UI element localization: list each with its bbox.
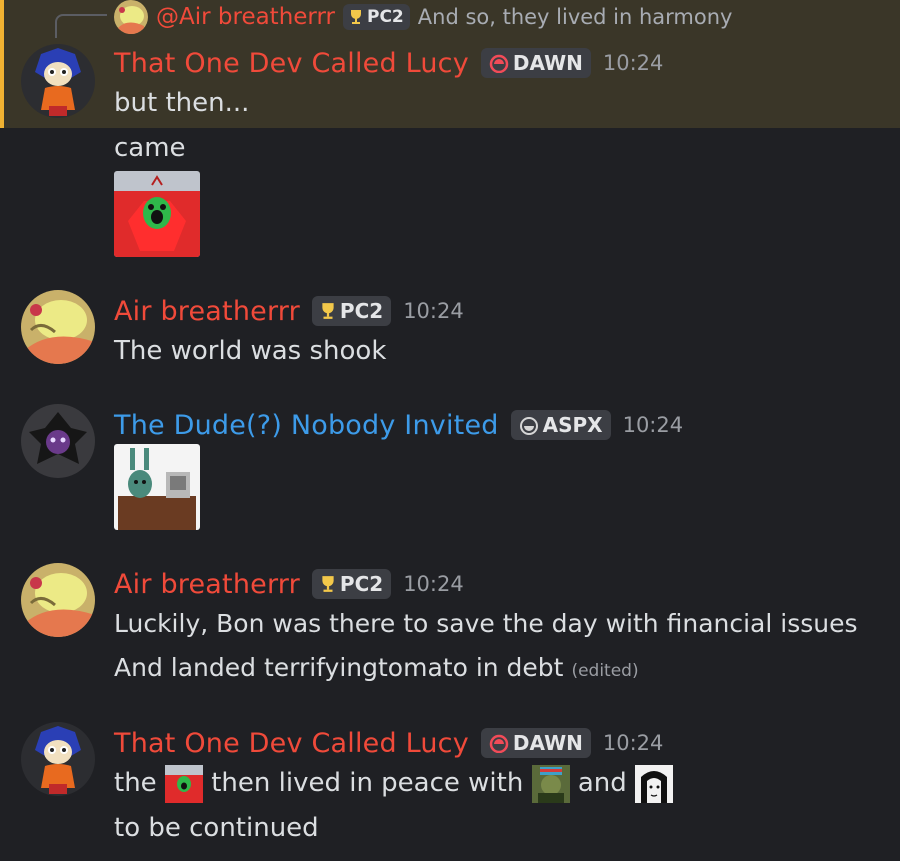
aspx-icon: [519, 417, 538, 435]
reply-preview[interactable]: @Air breatherrr PC2 And so, they lived i…: [114, 0, 732, 34]
avatar-lucy[interactable]: [21, 44, 95, 118]
message-text: the then lived in peace with and: [114, 763, 674, 803]
timestamp: 10:24: [602, 731, 664, 755]
character-emoji-icon[interactable]: [531, 764, 570, 803]
trophy-icon: [322, 576, 334, 592]
dawn-icon: [489, 734, 509, 753]
trophy-icon: [351, 10, 361, 24]
server-tag: DAWN: [480, 728, 591, 758]
message-header: Air breatherrr PC2 10:24: [114, 291, 464, 331]
message-header: Air breatherrr PC2 10:24: [114, 564, 464, 604]
message-text: to be continued: [114, 813, 319, 843]
reply-avatar: [114, 0, 148, 34]
username[interactable]: Air breatherrr: [114, 296, 300, 327]
server-tag-label: PC2: [339, 572, 384, 596]
image-attachment[interactable]: [114, 171, 200, 257]
avatar-the-dude[interactable]: [21, 404, 95, 478]
face-emoji-icon[interactable]: [635, 764, 674, 803]
username[interactable]: The Dude(?) Nobody Invited: [114, 410, 499, 441]
trophy-icon: [322, 303, 334, 319]
message-header: That One Dev Called Lucy DAWN 10:24: [114, 43, 663, 83]
message-text: came: [114, 133, 186, 163]
server-tag: ASPX: [510, 410, 611, 440]
message-text-part: the: [114, 768, 157, 798]
server-tag-label: PC2: [339, 299, 384, 323]
message-text: The world was shook: [114, 336, 387, 366]
timestamp: 10:24: [403, 572, 464, 596]
message-text: Luckily, Bon was there to save the day w…: [114, 609, 858, 638]
reply-tag: PC2: [343, 4, 410, 30]
message-text: And landed terrifyingtomato in debt (edi…: [114, 648, 639, 691]
avatar-air-breatherrr[interactable]: [21, 290, 95, 364]
timestamp: 10:24: [602, 51, 664, 75]
server-tag: PC2: [311, 296, 392, 326]
server-tag: DAWN: [480, 48, 591, 78]
dawn-icon: [489, 54, 509, 73]
timestamp: 10:24: [622, 413, 684, 437]
image-attachment[interactable]: [114, 444, 200, 530]
message-text-line: And landed terrifyingtomato in debt: [114, 653, 564, 682]
reply-tag-label: PC2: [367, 7, 404, 27]
username[interactable]: That One Dev Called Lucy: [114, 48, 469, 79]
reply-text: And so, they lived in harmony: [417, 5, 733, 29]
server-tag-label: DAWN: [512, 731, 583, 755]
server-tag-label: DAWN: [512, 51, 583, 75]
teletubby-emoji-icon[interactable]: [164, 764, 203, 803]
username[interactable]: Air breatherrr: [114, 569, 300, 600]
message-header: The Dude(?) Nobody Invited ASPX 10:24: [114, 405, 683, 445]
message-text: but then...: [114, 88, 250, 118]
timestamp: 10:24: [403, 299, 464, 323]
message-text-part: then lived in peace with: [211, 768, 524, 798]
message-text-part: and: [577, 768, 627, 798]
server-tag-label: ASPX: [542, 413, 603, 437]
username[interactable]: That One Dev Called Lucy: [114, 728, 469, 759]
server-tag: PC2: [311, 569, 392, 599]
avatar-air-breatherrr[interactable]: [21, 563, 95, 637]
reply-connector: [55, 14, 107, 38]
avatar-lucy[interactable]: [21, 722, 95, 796]
reply-author[interactable]: @Air breatherrr: [156, 4, 335, 30]
message-header: That One Dev Called Lucy DAWN 10:24: [114, 723, 663, 763]
edited-label: (edited): [571, 661, 639, 681]
